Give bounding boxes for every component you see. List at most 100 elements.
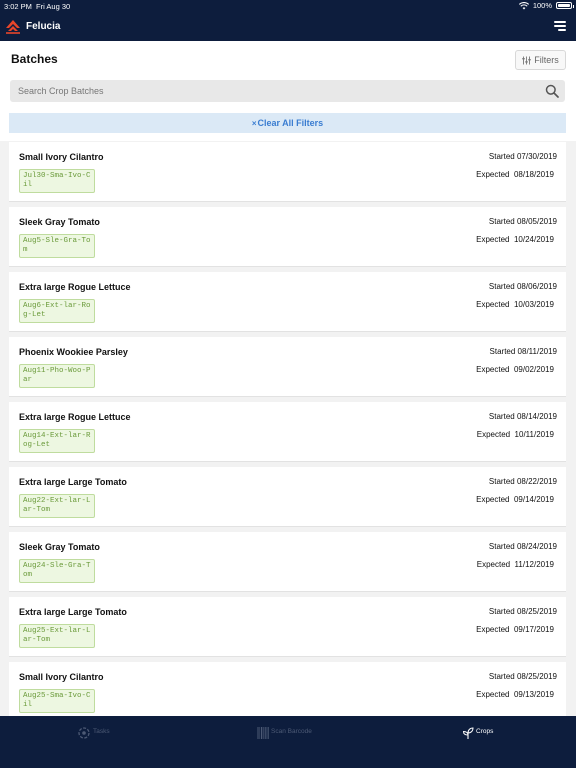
search-box — [10, 80, 565, 102]
wifi-icon — [518, 1, 529, 9]
expected-date: 10/03/2019 — [513, 300, 554, 309]
started-date: 08/25/2019 — [516, 672, 557, 681]
clear-all-filters-button[interactable]: × Clear All Filters — [9, 113, 566, 133]
filters-button[interactable]: Filters — [515, 50, 566, 70]
expected-label: Expected — [476, 235, 510, 244]
expected-label: Expected — [476, 495, 510, 504]
expected-date: 11/12/2019 — [514, 560, 554, 569]
batch-code-badge: Aug24-Sle-Gra-Tom — [19, 559, 95, 583]
search-input[interactable] — [10, 80, 540, 102]
batch-expected: Expected 10/11/2019 — [477, 430, 554, 439]
batch-name: Small Ivory Cilantro — [19, 152, 104, 162]
started-label: Started — [488, 672, 515, 681]
batch-started: Started 08/06/2019 — [489, 282, 557, 291]
batch-card[interactable]: Sleek Gray Tomato Aug24-Sle-Gra-Tom Star… — [9, 532, 566, 592]
batch-name: Extra large Rogue Lettuce — [19, 412, 131, 422]
batch-name: Small Ivory Cilantro — [19, 672, 104, 682]
batch-card[interactable]: Sleek Gray Tomato Aug5-Sle-Gra-Tom Start… — [9, 207, 566, 267]
tab-tasks-label: Tasks — [93, 728, 110, 735]
batch-card[interactable]: Extra large Large Tomato Aug22-Ext-lar-L… — [9, 467, 566, 527]
tab-crops-label: Crops — [476, 728, 494, 735]
tab-scan-label: Scan Barcode — [271, 728, 312, 735]
batch-started: Started 08/05/2019 — [489, 217, 557, 226]
status-time: 3:02 PM — [4, 2, 32, 11]
batch-started: Started 08/22/2019 — [489, 477, 557, 486]
main-content: Batches Filters × Clear All Filters — [0, 41, 576, 716]
batch-expected: Expected 09/02/2019 — [476, 365, 554, 374]
started-date: 08/11/2019 — [517, 347, 557, 356]
batch-code-badge: Aug25-Sma-Ivo-Cil — [19, 689, 95, 713]
batch-expected: Expected 10/24/2019 — [476, 235, 554, 244]
tasks-icon — [78, 727, 90, 739]
batch-expected: Expected 08/18/2019 — [476, 170, 554, 179]
search-icon[interactable] — [545, 84, 559, 98]
hamburger-menu-icon[interactable] — [554, 21, 566, 32]
clear-filters-x-icon: × — [251, 118, 257, 128]
nav-bar: Felucia — [0, 12, 576, 41]
sprout-icon — [462, 727, 474, 739]
started-label: Started — [488, 282, 515, 291]
expected-date: 09/13/2019 — [513, 690, 554, 699]
clear-filters-label: Clear All Filters — [257, 118, 324, 128]
started-date: 08/22/2019 — [516, 477, 557, 486]
batch-code-badge: Aug6-Ext-lar-Rog-Let — [19, 299, 95, 323]
sliders-icon — [522, 56, 531, 64]
batch-expected: Expected 09/14/2019 — [476, 495, 554, 504]
batch-card[interactable]: Phoenix Wookiee Parsley Aug11-Pho-Woo-Pa… — [9, 337, 566, 397]
app-title: Felucia — [26, 21, 61, 32]
started-date: 08/14/2019 — [516, 412, 557, 421]
tab-bar: Tasks Scan Barcode Crops — [0, 716, 576, 768]
expected-date: 08/18/2019 — [513, 170, 554, 179]
batch-name: Sleek Gray Tomato — [19, 217, 100, 227]
tab-scan-barcode[interactable]: Scan Barcode — [257, 726, 312, 740]
started-date: 08/05/2019 — [516, 217, 557, 226]
started-date: 08/25/2019 — [516, 607, 557, 616]
tab-crops[interactable]: Crops — [462, 726, 493, 740]
batch-started: Started 08/25/2019 — [489, 607, 557, 616]
batch-code-badge: Aug5-Sle-Gra-Tom — [19, 234, 95, 258]
expected-label: Expected — [476, 560, 511, 569]
status-date: Fri Aug 30 — [36, 2, 71, 11]
expected-date: 10/24/2019 — [513, 235, 554, 244]
started-date: 08/06/2019 — [516, 282, 557, 291]
started-label: Started — [489, 347, 516, 356]
batch-card[interactable]: Extra large Rogue Lettuce Aug6-Ext-lar-R… — [9, 272, 566, 332]
header-area: Batches Filters × Clear All Filters — [0, 41, 576, 141]
batch-card[interactable]: Small Ivory Cilantro Jul30-Sma-Ivo-Cil S… — [9, 142, 566, 202]
started-date: 07/30/2019 — [516, 152, 557, 161]
batch-name: Extra large Large Tomato — [19, 477, 127, 487]
started-label: Started — [488, 217, 515, 226]
tab-tasks[interactable]: Tasks — [77, 726, 110, 740]
batch-name: Extra large Rogue Lettuce — [19, 282, 131, 292]
batch-started: Started 08/11/2019 — [490, 347, 557, 356]
batch-code-badge: Aug25-Ext-lar-Lar-Tom — [19, 624, 95, 648]
batch-name: Sleek Gray Tomato — [19, 542, 100, 552]
expected-label: Expected — [476, 365, 510, 374]
expected-date: 10/11/2019 — [514, 430, 554, 439]
started-label: Started — [488, 152, 515, 161]
started-label: Started — [488, 412, 515, 421]
filters-label: Filters — [534, 55, 559, 65]
page-title: Batches — [11, 52, 58, 66]
batch-code-badge: Jul30-Sma-Ivo-Cil — [19, 169, 95, 193]
status-bar: 3:02 PM Fri Aug 30 100% — [0, 0, 576, 12]
batch-code-badge: Aug11-Pho-Woo-Par — [19, 364, 95, 388]
batch-expected: Expected 09/17/2019 — [476, 625, 554, 634]
batch-started: Started 08/24/2019 — [489, 542, 557, 551]
felucia-logo-icon — [6, 20, 20, 34]
batch-started: Started 08/25/2019 — [489, 672, 557, 681]
batch-expected: Expected 09/13/2019 — [476, 690, 554, 699]
batch-code-badge: Aug14-Ext-lar-Rog-Let — [19, 429, 95, 453]
batch-card[interactable]: Small Ivory Cilantro Aug25-Sma-Ivo-Cil S… — [9, 662, 566, 716]
battery-percent: 100% — [532, 1, 552, 10]
expected-label: Expected — [476, 300, 510, 309]
batch-code-badge: Aug22-Ext-lar-Lar-Tom — [19, 494, 95, 518]
expected-date: 09/02/2019 — [513, 365, 554, 374]
batch-started: Started 08/14/2019 — [489, 412, 557, 421]
batch-name: Phoenix Wookiee Parsley — [19, 347, 128, 357]
batch-card[interactable]: Extra large Rogue Lettuce Aug14-Ext-lar-… — [9, 402, 566, 462]
batch-card[interactable]: Extra large Large Tomato Aug25-Ext-lar-L… — [9, 597, 566, 657]
expected-label: Expected — [476, 625, 510, 634]
started-date: 08/24/2019 — [516, 542, 557, 551]
expected-label: Expected — [476, 690, 510, 699]
